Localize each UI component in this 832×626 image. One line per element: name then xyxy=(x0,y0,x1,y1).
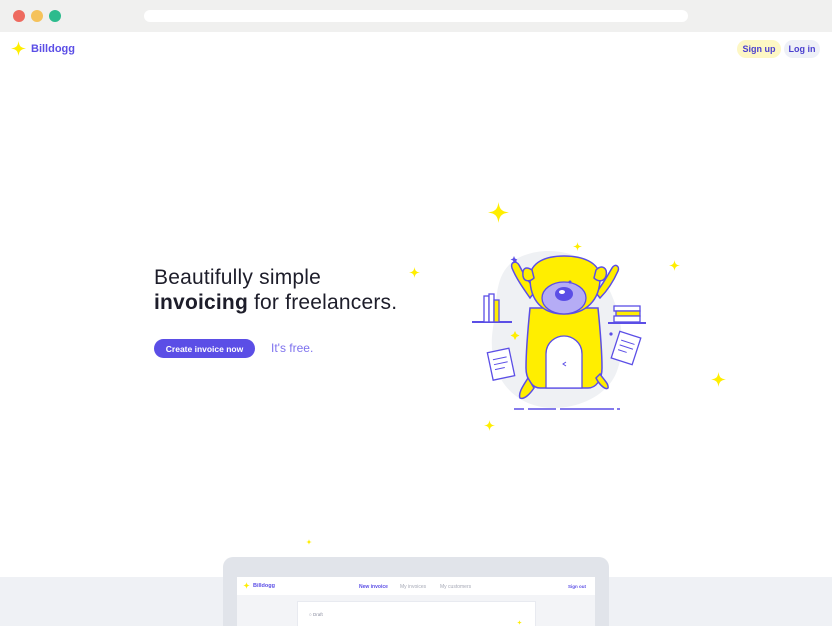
brand-name: Billdogg xyxy=(31,42,75,55)
sparkle-logo-icon xyxy=(11,41,26,56)
login-button[interactable]: Log in xyxy=(784,40,820,58)
create-invoice-button[interactable]: Create invoice now xyxy=(154,339,255,358)
sparkle-icon xyxy=(484,420,495,431)
preview-nav-my-invoices: My invoices xyxy=(400,584,427,590)
window-minimize-dot[interactable] xyxy=(31,10,43,22)
address-bar[interactable] xyxy=(144,10,688,22)
preview-brand-name: Billdogg xyxy=(253,582,275,589)
sparkle-icon xyxy=(306,539,312,545)
sparkle-icon xyxy=(409,267,420,278)
sparkle-icon xyxy=(488,202,509,223)
sparkle-icon xyxy=(517,620,522,625)
preview-draft-text: Draft xyxy=(312,612,323,617)
sparkle-icon xyxy=(711,372,726,387)
hero-headline: Beautifully simple invoicing for freelan… xyxy=(154,265,397,315)
preview-nav-my-customers: My customers xyxy=(440,584,472,590)
headline-line-1: Beautifully simple xyxy=(154,266,322,289)
preview-signout: Sign out xyxy=(568,584,586,589)
sparkle-logo-icon xyxy=(243,582,250,589)
brand-logo[interactable]: Billdogg xyxy=(11,41,75,56)
headline-emphasis: invoicing xyxy=(154,291,248,314)
window-maximize-dot[interactable] xyxy=(49,10,61,22)
preview-brand: Billdogg xyxy=(243,582,275,589)
free-note: It's free. xyxy=(271,341,314,355)
preview-invoice-card xyxy=(297,601,536,626)
preview-draft-label: ○ Draft xyxy=(309,612,323,617)
sparkle-icon xyxy=(669,260,680,271)
preview-nav-new-invoice: New invoice xyxy=(359,584,388,590)
dog-mascot-illustration xyxy=(472,250,646,410)
signup-button[interactable]: Sign up xyxy=(737,40,781,58)
headline-line-2: invoicing for freelancers. xyxy=(154,290,397,315)
headline-rest: for freelancers. xyxy=(247,291,398,314)
window-close-dot[interactable] xyxy=(13,10,25,22)
browser-chrome xyxy=(0,0,832,32)
